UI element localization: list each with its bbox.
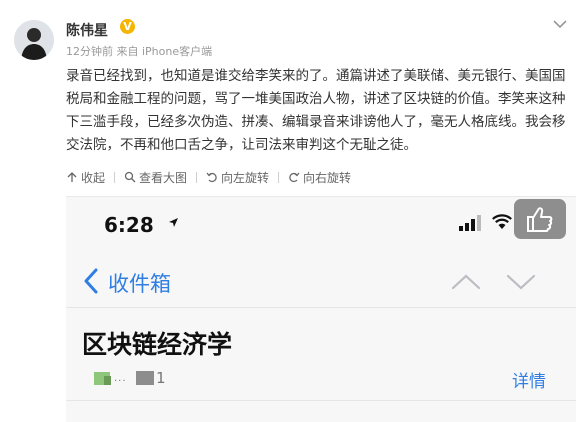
recipient-avatar-redacted bbox=[136, 371, 154, 385]
avatar-portrait-icon bbox=[14, 20, 54, 60]
chevron-down-icon[interactable] bbox=[506, 273, 536, 291]
status-time: 6:28 bbox=[104, 213, 154, 237]
rotate-left-icon bbox=[206, 172, 217, 183]
nav-divider bbox=[66, 307, 576, 308]
rotate-right-icon bbox=[289, 172, 300, 183]
toolbar-divider bbox=[114, 171, 116, 183]
detail-link[interactable]: 详情 bbox=[512, 367, 546, 392]
chevron-left-icon[interactable] bbox=[82, 268, 100, 294]
avatar[interactable] bbox=[14, 20, 54, 60]
thumbs-up-icon bbox=[527, 207, 553, 232]
signal-bars-icon bbox=[459, 215, 481, 231]
thumbs-up-button[interactable] bbox=[514, 199, 566, 239]
verified-badge: V bbox=[120, 19, 135, 34]
wifi-icon bbox=[492, 214, 512, 229]
view-large-button[interactable]: 查看大图 bbox=[124, 169, 187, 186]
view-large-label: 查看大图 bbox=[139, 170, 188, 185]
collapse-icon bbox=[67, 172, 77, 182]
rotate-left-label: 向左旋转 bbox=[221, 170, 270, 185]
weibo-post: 陈伟星 V 12分钟前 来自 iPhone客户端 录音已经找到，也知道是谁交给李… bbox=[0, 0, 584, 422]
collapse-label: 收起 bbox=[81, 170, 106, 185]
sender-avatar-redacted bbox=[104, 376, 111, 385]
sender-ellipsis: ... bbox=[114, 373, 127, 384]
rotate-right-button[interactable]: 向右旋转 bbox=[288, 169, 351, 186]
attached-screenshot[interactable]: 6:28 收件箱 区块链经济学 ... 1 详情 bbox=[66, 196, 576, 422]
chevron-down-icon[interactable] bbox=[552, 16, 568, 32]
post-body: 录音已经找到，也知道是谁交给李笑来的了。通篇讲述了美联储、美元银行、美国国税局和… bbox=[66, 68, 566, 153]
author-name[interactable]: 陈伟星 bbox=[66, 20, 108, 40]
chevron-up-icon[interactable] bbox=[451, 273, 481, 291]
header-divider bbox=[66, 400, 576, 401]
toolbar-divider bbox=[196, 171, 198, 183]
toolbar-divider bbox=[278, 171, 280, 183]
rotate-right-label: 向右旋转 bbox=[303, 170, 352, 185]
attachment-count: 1 bbox=[156, 369, 166, 387]
inbox-back-link[interactable]: 收件箱 bbox=[108, 268, 171, 298]
image-toolbar: 收起 查看大图 向左旋转 向右旋转 bbox=[66, 169, 351, 185]
post-meta: 12分钟前 来自 iPhone客户端 bbox=[66, 45, 213, 58]
email-subject: 区块链经济学 bbox=[82, 330, 233, 359]
collapse-button[interactable]: 收起 bbox=[66, 169, 105, 186]
magnifier-icon bbox=[124, 171, 136, 183]
location-arrow-icon bbox=[169, 218, 178, 227]
rotate-left-button[interactable]: 向左旋转 bbox=[206, 169, 269, 186]
